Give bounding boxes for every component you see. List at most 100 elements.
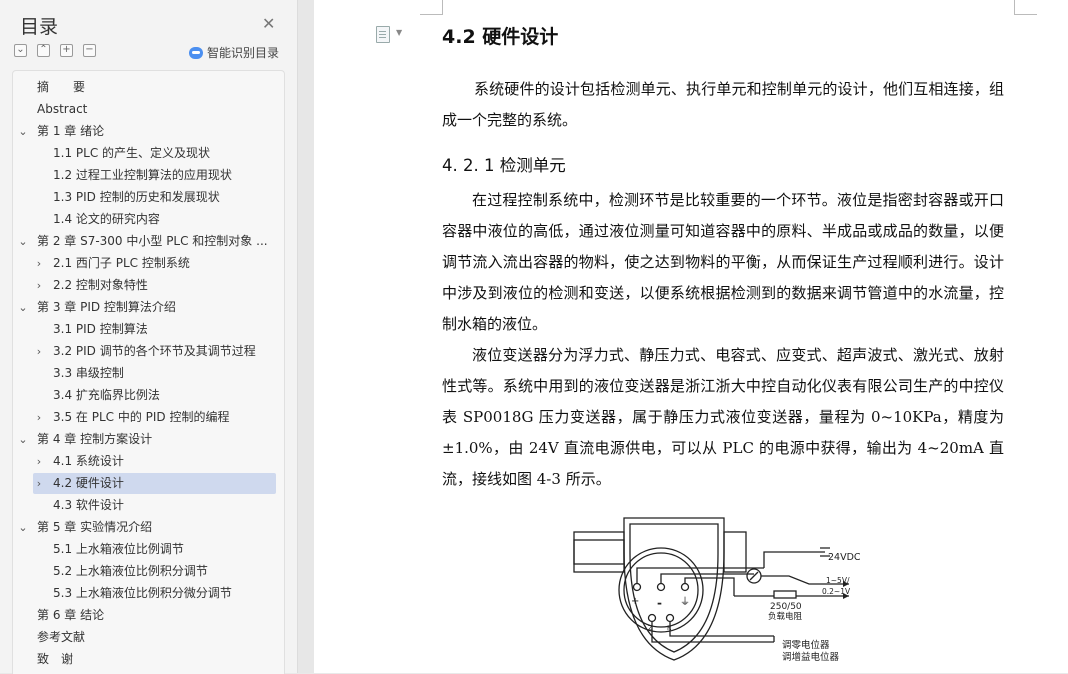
z-label: Z [648,624,653,632]
toc-item[interactable]: 1.3 PID 控制的历史和发展现状 [33,187,276,208]
toc-item-label: 第 2 章 S7-300 中小型 PLC 和控制对象 ... [37,234,268,248]
toc-item-label: 1.2 过程工业控制算法的应用现状 [53,168,232,182]
smart-toc-button[interactable]: 智能识别目录 [189,44,279,61]
toc-item-label: 3.4 扩充临界比例法 [53,388,160,402]
toc-item[interactable]: 3.4 扩充临界比例法 [33,385,276,406]
toc-item-label: 第 4 章 控制方案设计 [37,432,153,446]
toc-item-label: 致 谢 [37,652,74,666]
toc-item-label: 4.3 软件设计 [53,498,124,512]
toc-item-label: 5.2 上水箱液位比例积分调节 [53,564,208,578]
toc-item-label: 2.1 西门子 PLC 控制系统 [53,256,190,270]
voltage-label: 24VDC [828,552,861,563]
toc-item[interactable]: 5.1 上水箱液位比例调节 [33,539,276,560]
chevron-down-icon[interactable]: ⌄ [17,121,29,142]
document-page: ▼ 4.2 硬件设计 系统硬件的设计包括检测单元、执行单元和控制单元的设计，他们… [314,0,1068,673]
toc-item[interactable]: 3.3 串级控制 [33,363,276,384]
chevron-down-icon[interactable]: ⌄ [17,429,29,450]
page-margin-marker-right [1014,0,1037,15]
chevron-down-icon[interactable]: ⌄ [17,297,29,318]
wiring-diagram: 24VDC 1~5V/ 0.2~1V 250/50 负载电阻 + - ⏚ Z R… [573,517,861,663]
chevron-right-icon[interactable]: › [33,275,45,296]
gain-pot-label: 调增益电位器 [782,651,840,663]
toc-item[interactable]: 1.4 论文的研究内容 [33,209,276,230]
section-heading: 4.2 硬件设计 [442,26,559,48]
toc-item-label: 4.2 硬件设计 [53,476,124,490]
chevron-right-icon[interactable]: › [33,473,45,494]
toc-item-label: 第 5 章 实验情况介绍 [37,520,153,534]
chevron-down-icon[interactable]: ⌄ [17,231,29,252]
resistor-value: 250/50 [770,602,802,612]
toc-item-label: 摘 要 [37,80,86,94]
paragraph: 系统硬件的设计包括检测单元、执行单元和控制单元的设计，他们互相连接，组成一个完整… [442,80,1004,129]
resistor-name: 负载电阻 [768,611,803,622]
toc-item[interactable]: › 2.2 控制对象特性 [33,275,276,296]
toc-item[interactable]: 5.3 上水箱液位比例积分微分调节 [33,583,276,604]
toc-title: 目录 [20,16,59,38]
toc-item[interactable]: 5.2 上水箱液位比例积分调节 [33,561,276,582]
toc-item[interactable]: 1.1 PLC 的产生、定义及现状 [33,143,276,164]
ground-icon: ⏚ [680,596,690,608]
sidebar-splitter[interactable] [298,0,314,673]
toc-item-label: 5.1 上水箱液位比例调节 [53,542,184,556]
toc-item[interactable]: 致 谢 [33,649,276,670]
toc-item[interactable]: › 2.1 西门子 PLC 控制系统 [33,253,276,274]
toc-item-label: 5.3 上水箱液位比例积分微分调节 [53,586,232,600]
toc-item[interactable]: 1.2 过程工业控制算法的应用现状 [33,165,276,186]
chevron-right-icon[interactable]: › [33,341,45,362]
toc-item[interactable]: ⌄ 第 2 章 S7-300 中小型 PLC 和控制对象 ... [18,231,276,252]
toc-item[interactable]: ⌄ 第 4 章 控制方案设计 [18,429,276,450]
toc-item-label: 参考文献 [37,630,86,644]
r-label: R [667,624,672,632]
toc-item-label: Abstract [37,102,88,116]
paragraph: 液位变送器分为浮力式、静压力式、电容式、应变式、超声波式、激光式、放射性式等。系… [442,346,1004,488]
toc-item[interactable]: › 4.1 系统设计 [33,451,276,472]
plus-icon[interactable]: + [60,44,73,57]
toc-item-label: 3.2 PID 调节的各个环节及其调节过程 [53,344,256,358]
toc-item[interactable]: Abstract [33,99,276,120]
toc-item[interactable]: 3.1 PID 控制算法 [33,319,276,340]
chevron-down-icon[interactable]: ▼ [396,28,402,37]
toc-item[interactable]: ⌄ 第 5 章 实验情况介绍 [18,517,276,538]
zero-pot-label: 调零电位器 [782,639,830,651]
chevron-right-icon[interactable]: › [33,407,45,428]
ai-cloud-icon [189,46,203,59]
toc-item-label: 4.1 系统设计 [53,454,124,468]
toc-item-label: 3.1 PID 控制算法 [53,322,148,336]
toc-item[interactable]: › 3.5 在 PLC 中的 PID 控制的编程 [33,407,276,428]
toc-item-label: 1.1 PLC 的产生、定义及现状 [53,146,211,160]
page-margin-marker-left [420,0,443,15]
toc-item[interactable]: › 4.2 硬件设计 [33,473,276,494]
close-icon[interactable]: ✕ [262,14,275,33]
toc-item-label: 3.5 在 PLC 中的 PID 控制的编程 [53,410,230,424]
output-label-2: 0.2~1V [822,587,851,596]
toc-toolbar: ⌄ ⌃ + − [14,44,96,57]
output-label-1: 1~5V/ [826,576,850,585]
chevron-down-icon[interactable]: ⌄ [17,517,29,538]
smart-toc-label: 智能识别目录 [207,46,280,60]
subsection-heading: 4. 2. 1 检测单元 [442,156,566,175]
toc-item[interactable]: ⌄ 第 3 章 PID 控制算法介绍 [18,297,276,318]
toc-item[interactable]: 参考文献 [33,627,276,648]
toc-item[interactable]: › 3.2 PID 调节的各个环节及其调节过程 [33,341,276,362]
toc-item-label: 1.3 PID 控制的历史和发展现状 [53,190,220,204]
toc-item[interactable]: 4.3 软件设计 [33,495,276,516]
expand-all-icon[interactable]: ⌃ [37,44,50,57]
toc-item-label: 第 1 章 绪论 [37,124,105,138]
toc-sidebar: 目录 ✕ ⌄ ⌃ + − 智能识别目录 摘 要 Abstract ⌄ 第 1 章 绪论… [0,0,298,674]
chevron-right-icon[interactable]: › [33,451,45,472]
toc-item-label: 1.4 论文的研究内容 [53,212,160,226]
toc-item-label: 3.3 串级控制 [53,366,124,380]
toc-item[interactable]: 摘 要 [33,77,276,98]
collapse-all-icon[interactable]: ⌄ [14,44,27,57]
plus-terminal: + [631,596,639,607]
toc-item-label: 第 3 章 PID 控制算法介绍 [37,300,176,314]
toc-list: 摘 要 Abstract ⌄ 第 1 章 绪论 1.1 PLC 的产生、定义及现状 1.2… [12,70,285,674]
paragraph: 在过程控制系统中，检测环节是比较重要的一个环节。液位是指密封容器或开口容器中液位… [442,191,1004,333]
toc-item[interactable]: 第 6 章 结论 [33,605,276,626]
toc-item[interactable]: ⌄ 第 1 章 绪论 [18,121,276,142]
document-icon[interactable] [376,26,390,43]
minus-terminal: - [657,596,662,610]
chevron-right-icon[interactable]: › [33,253,45,274]
toc-item-label: 2.2 控制对象特性 [53,278,148,292]
minus-icon[interactable]: − [83,44,96,57]
